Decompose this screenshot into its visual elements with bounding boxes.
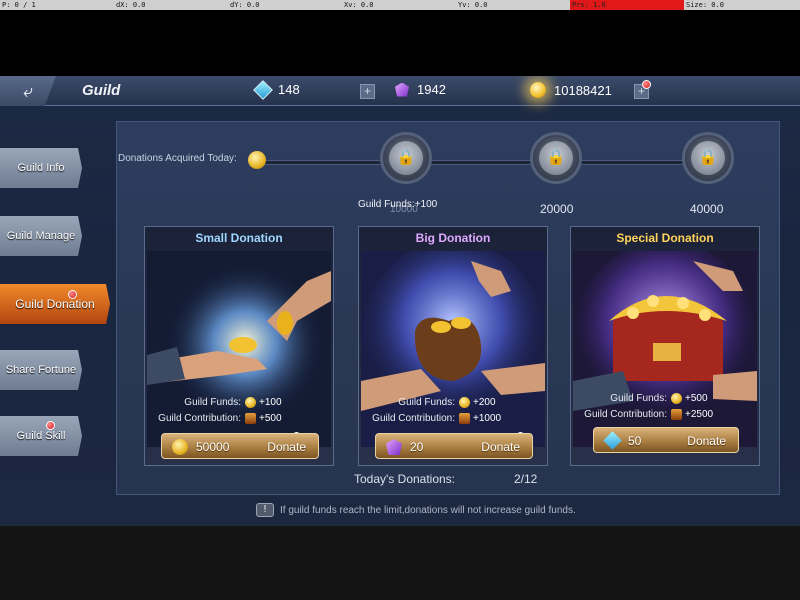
sidebar-item-label: Guild Donation — [15, 297, 95, 311]
debug-size: Size: 0.0 — [686, 1, 724, 9]
debug-pointer: P: 0 / 1 — [2, 1, 36, 9]
card-title: Big Donation — [415, 231, 491, 245]
sidebar-item-share-fortune[interactable]: Share Fortune — [0, 350, 82, 390]
diamond-icon — [253, 79, 273, 100]
contribution-icon — [245, 413, 256, 424]
sidebar-item-guild-donation[interactable]: Guild Donation — [0, 284, 110, 324]
milestone-chest-3[interactable]: 🔒 — [682, 132, 734, 184]
donate-cost: 20 — [410, 440, 424, 454]
bottom-bar — [0, 526, 800, 600]
debug-dy: dY: 0.0 — [230, 1, 260, 9]
gold-coin-icon — [530, 82, 546, 98]
gold-coin-icon — [245, 397, 256, 408]
sidebar-item-guild-info[interactable]: Guild Info — [0, 148, 82, 188]
debug-xv: Xv: 0.0 — [344, 1, 374, 9]
big-donate-button[interactable]: 20 Donate — [375, 433, 533, 459]
donate-label: Donate — [267, 440, 306, 454]
donate-cost: 50000 — [196, 440, 230, 454]
lock-icon: 🔒 — [539, 141, 573, 175]
donation-limit-notice: ! If guild funds reach the limit,donatio… — [256, 503, 576, 517]
gem-counter: 1942 — [395, 82, 446, 97]
diamond-amount: 148 — [278, 82, 300, 97]
notice-text: If guild funds reach the limit,donations… — [280, 504, 576, 516]
donation-notification-dot — [68, 290, 77, 299]
special-donate-button[interactable]: 50 Donate — [593, 427, 739, 453]
milestone-value-3: 40000 — [690, 202, 724, 216]
gold-coin-icon — [172, 439, 188, 455]
skill-notification-dot — [46, 421, 55, 430]
contribution-icon — [671, 409, 682, 420]
contribution-icon — [459, 413, 470, 424]
progress-coin-icon — [248, 151, 266, 169]
debug-yv: Yv: 0.0 — [458, 1, 488, 9]
page-title: Guild — [82, 82, 121, 99]
guild-funds-tooltip: Guild Funds:+100 — [358, 199, 438, 210]
card-title: Small Donation — [195, 231, 283, 245]
purple-gem-icon — [395, 82, 409, 97]
sidebar-item-guild-manage[interactable]: Guild Manage — [0, 216, 82, 256]
small-donation-card: Small Donation Guild Funds: +100 Guild C — [144, 226, 334, 466]
lock-icon: 🔒 — [691, 141, 725, 175]
purple-gem-icon — [386, 439, 402, 455]
small-donate-button[interactable]: 50000 Donate — [161, 433, 319, 459]
sidebar-item-label: Guild Info — [17, 162, 65, 174]
debug-dx: dX: 0.0 — [116, 1, 146, 9]
milestone-chest-2[interactable]: 🔒 — [530, 132, 582, 184]
donate-label: Donate — [687, 434, 726, 448]
sidebar-item-label: Guild Manage — [6, 230, 76, 242]
debug-bar: P: 0 / 1 dX: 0.0 dY: 0.0 Xv: 0.0 Yv: 0.0… — [0, 0, 800, 10]
lock-icon: 🔒 — [389, 141, 423, 175]
milestone-chest-1[interactable]: 🔒 — [380, 132, 432, 184]
today-donations-value: 2/12 — [514, 472, 538, 486]
special-donation-card: Special Donation Guild Funds: +500 Guild… — [570, 226, 760, 466]
donation-progress-bar — [262, 160, 712, 165]
top-bar: ⤶ Guild 148 + 1942 10188421 + — [0, 76, 800, 106]
donations-acquired-label: Donations Acquired Today: — [118, 153, 237, 164]
back-button[interactable]: ⤶ — [0, 76, 56, 106]
gold-notification-dot — [642, 80, 651, 89]
big-donation-card: Big Donation Guild Funds: +200 Guild Con… — [358, 226, 548, 466]
debug-pressure: Prs: 1.0 — [570, 0, 684, 10]
gem-amount: 1942 — [417, 82, 446, 97]
donate-cost: 50 — [628, 434, 642, 448]
info-icon: ! — [256, 503, 274, 517]
add-diamond-button[interactable]: + — [360, 84, 375, 99]
diamond-counter: 148 — [253, 79, 300, 100]
sidebar-item-label: Guild Skill — [16, 430, 66, 442]
gold-coin-icon — [671, 393, 682, 404]
gold-coin-icon — [459, 397, 470, 408]
donate-label: Donate — [481, 440, 520, 454]
gold-counter: 10188421 — [530, 82, 612, 98]
card-title: Special Donation — [616, 231, 714, 245]
sidebar-item-guild-skill[interactable]: Guild Skill — [0, 416, 82, 456]
game-view: ⤶ Guild 148 + 1942 10188421 + Guild Info — [0, 76, 800, 526]
today-donations-label: Today's Donations: — [354, 472, 456, 486]
gold-amount: 10188421 — [554, 82, 612, 98]
back-arrow-icon: ⤶ — [22, 80, 34, 101]
sidebar-item-label: Share Fortune — [5, 364, 77, 376]
diamond-icon — [603, 431, 622, 450]
screen: P: 0 / 1 dX: 0.0 dY: 0.0 Xv: 0.0 Yv: 0.0… — [0, 0, 800, 600]
milestone-value-2: 20000 — [540, 202, 574, 216]
